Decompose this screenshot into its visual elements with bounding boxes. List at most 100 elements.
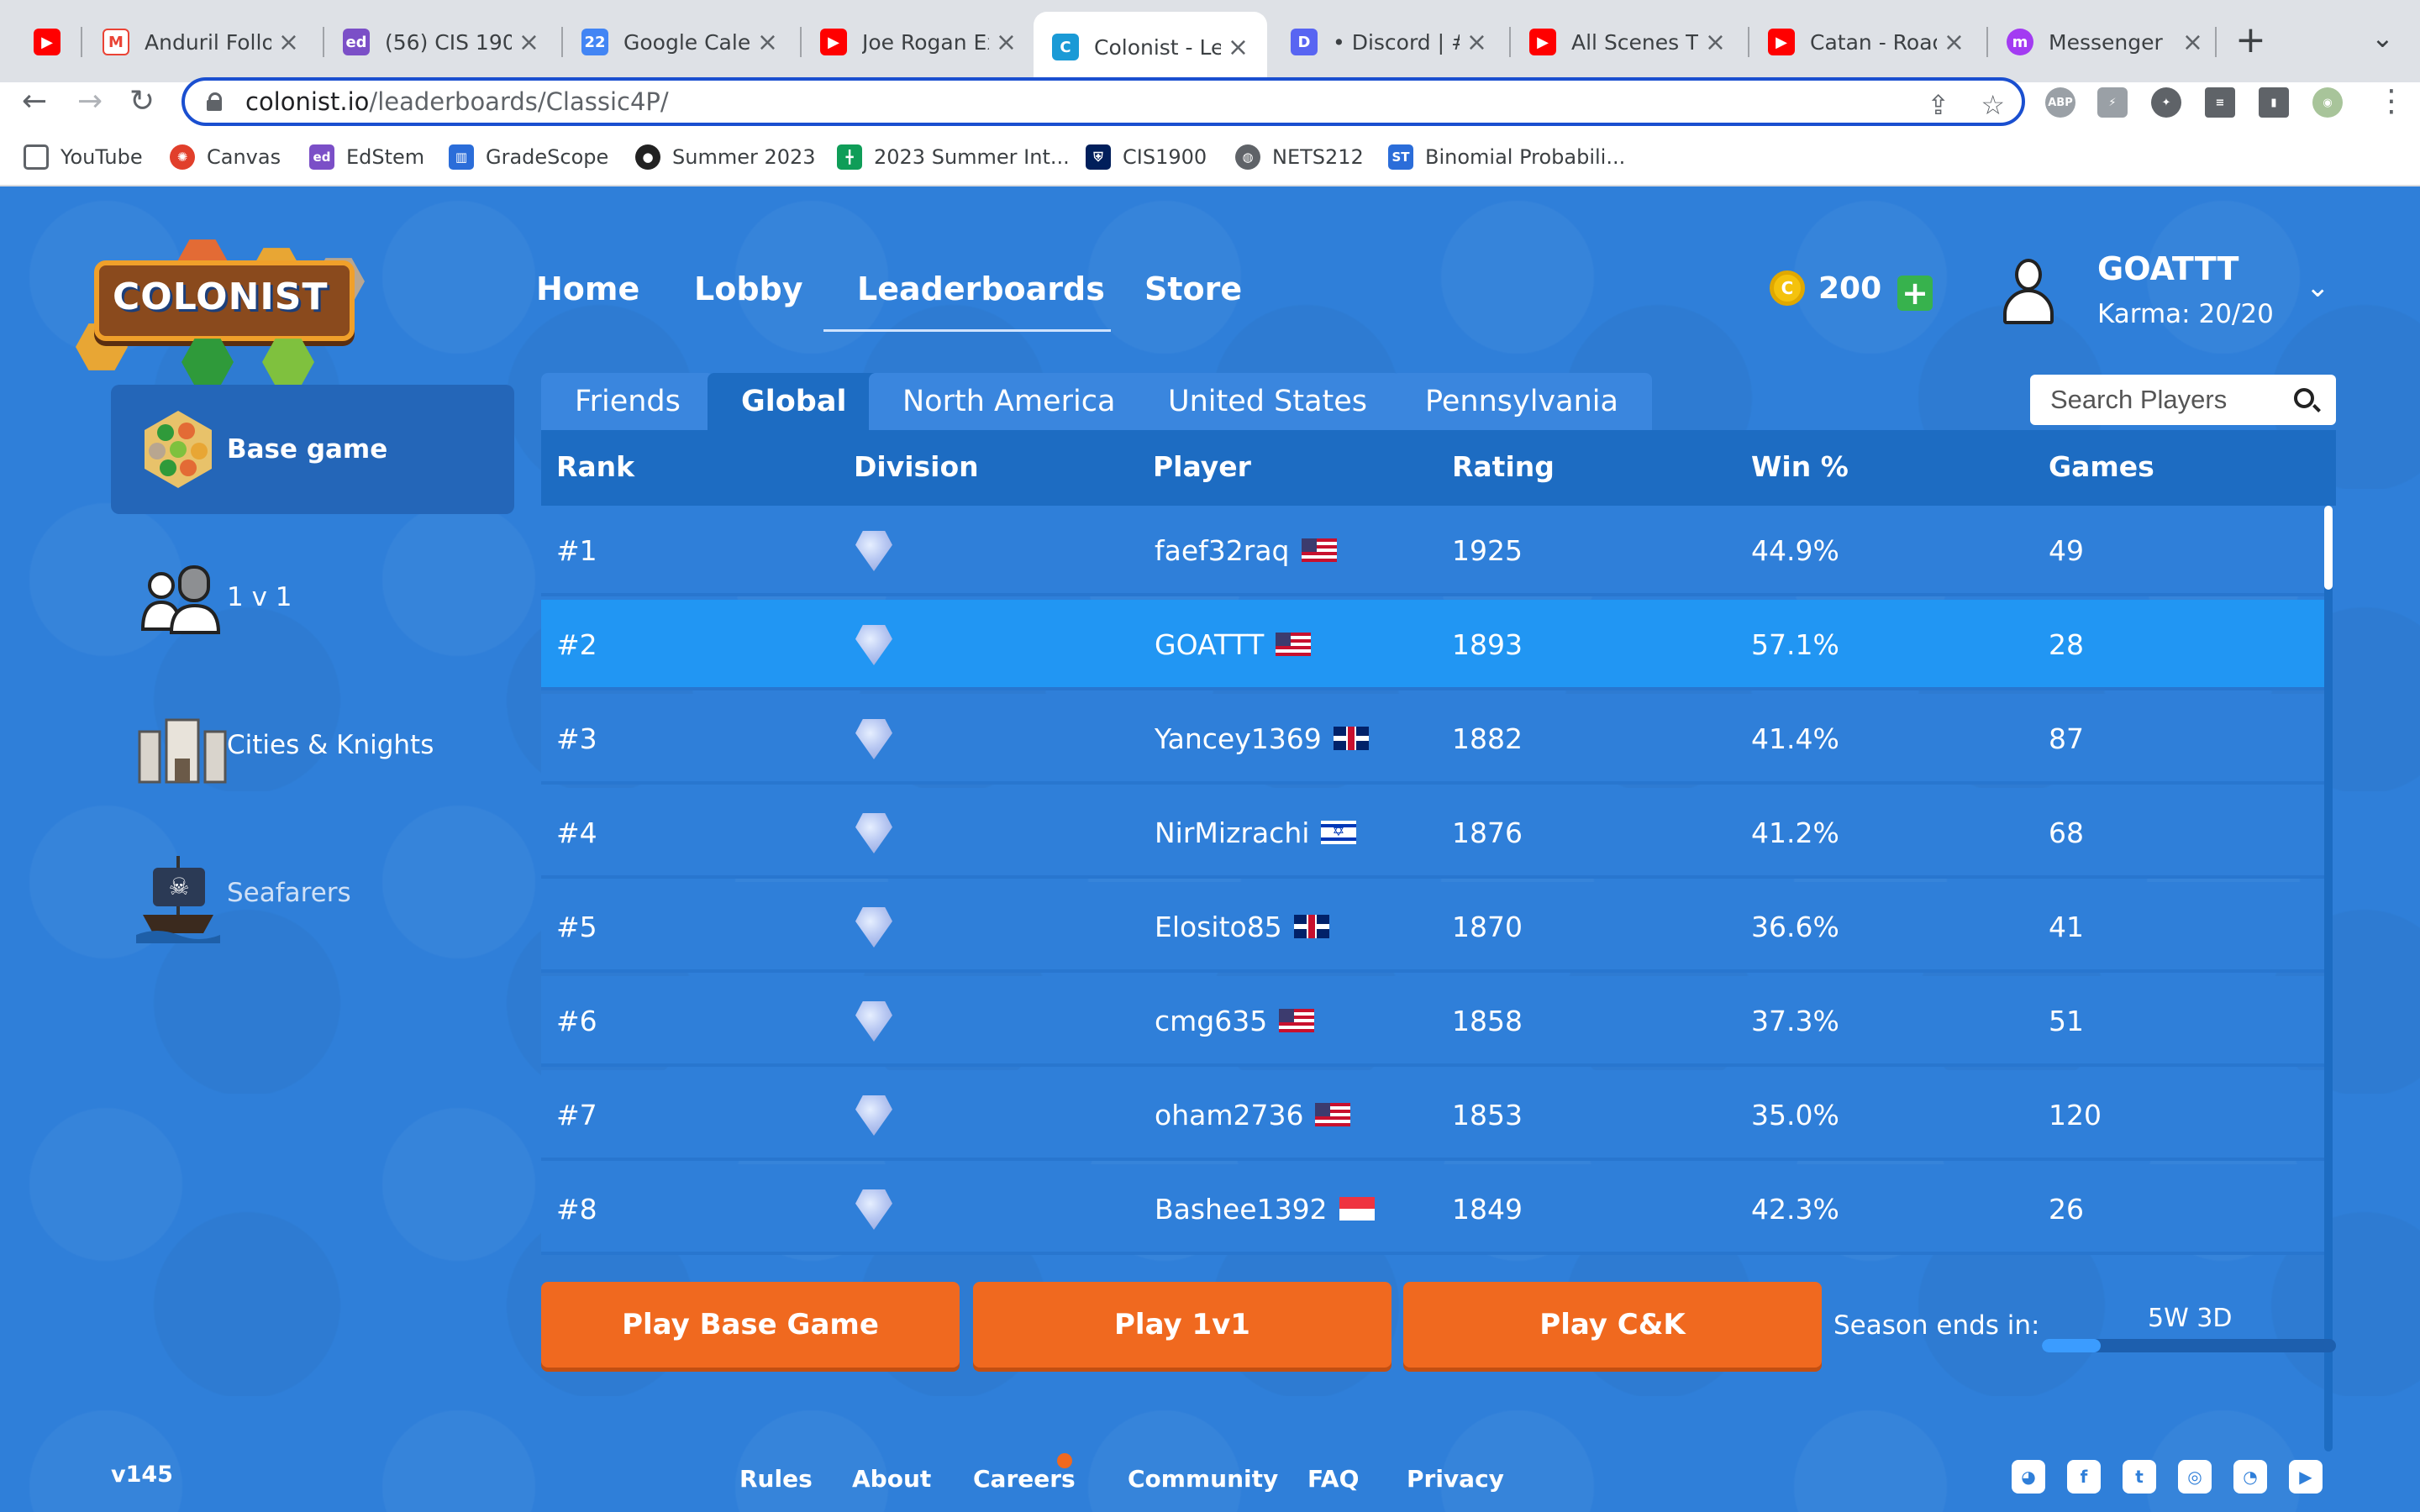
user-menu-chevron-icon[interactable]: ⌄ xyxy=(2306,270,2330,304)
user-avatar-icon[interactable] xyxy=(2003,259,2054,326)
player-cell[interactable]: Bashee1392 xyxy=(1155,1193,1375,1226)
nav-lobby[interactable]: Lobby xyxy=(694,270,803,307)
close-tab-icon[interactable]: × xyxy=(1705,28,1726,57)
bookmark-youtube[interactable]: YouTube xyxy=(24,144,143,170)
profile-avatar-icon[interactable]: ◉ xyxy=(2312,87,2343,118)
footer-link-rules[interactable]: Rules xyxy=(739,1465,813,1493)
instagram-icon[interactable]: ◎ xyxy=(2178,1460,2212,1494)
bookmark-canvas[interactable]: ✺ Canvas xyxy=(170,144,281,170)
twitter-icon[interactable]: t xyxy=(2123,1460,2156,1494)
close-tab-icon[interactable]: × xyxy=(2182,28,2203,57)
back-icon[interactable]: ← xyxy=(22,84,47,118)
username[interactable]: GOATTT xyxy=(2097,250,2238,287)
table-row[interactable]: #1 faef32raq 1925 44.9% 49 xyxy=(541,506,2328,596)
browser-tab[interactable]: D • Discord | # × xyxy=(1272,12,1506,72)
column-header-rank[interactable]: Rank xyxy=(556,450,634,483)
nav-store[interactable]: Store xyxy=(1144,270,1242,307)
reload-icon[interactable]: ↻ xyxy=(129,84,155,118)
player-name[interactable]: oham2736 xyxy=(1155,1099,1303,1131)
browser-tab[interactable]: M Anduril Follow× xyxy=(84,12,318,72)
player-name[interactable]: Elosito85 xyxy=(1155,911,1282,943)
table-row[interactable]: #2 GOATTT 1893 57.1% 28 xyxy=(541,600,2328,690)
footer-link-community[interactable]: Community xyxy=(1128,1465,1278,1493)
tab-north-america[interactable]: North America xyxy=(869,373,1150,430)
share-icon[interactable]: ⇪ xyxy=(1927,89,1949,121)
browser-tab[interactable]: ▶ All Scenes Th × xyxy=(1511,12,1744,72)
search-players-input[interactable] xyxy=(2050,385,2286,415)
player-cell[interactable]: faef32raq xyxy=(1155,534,1337,567)
sidebar-item-cities-knights[interactable]: Cities & Knights xyxy=(111,680,514,810)
footer-link-careers[interactable]: Careers xyxy=(973,1465,1076,1493)
tab-united-states[interactable]: United States xyxy=(1134,373,1402,430)
extensions-puzzle-icon[interactable]: ✦ xyxy=(2151,87,2181,118)
browser-tab[interactable]: ▶ Joe Rogan Ex × xyxy=(802,12,1035,72)
player-cell[interactable]: Elosito85 xyxy=(1155,911,1329,943)
sidebar-item-base-game[interactable]: Base game xyxy=(111,385,514,514)
player-cell[interactable]: oham2736 xyxy=(1155,1099,1351,1131)
table-row[interactable]: #4 NirMizrachi 1876 41.2% 68 xyxy=(541,788,2328,879)
close-tab-icon[interactable]: × xyxy=(757,28,778,57)
table-row[interactable]: #6 cmg635 1858 37.3% 51 xyxy=(541,976,2328,1067)
browser-tab[interactable]: ▶ Catan - Road × xyxy=(1749,12,1983,72)
close-tab-icon[interactable]: × xyxy=(996,28,1017,57)
player-name[interactable]: GOATTT xyxy=(1155,628,1264,661)
close-tab-icon[interactable]: × xyxy=(518,28,539,57)
bookmark-star-icon[interactable]: ☆ xyxy=(1981,89,2005,121)
play-ck-button[interactable]: Play C&K xyxy=(1403,1282,1822,1368)
player-name[interactable]: Yancey1369 xyxy=(1155,722,1322,755)
youtube-icon[interactable]: ▶ xyxy=(2289,1460,2323,1494)
bookmark-edstem[interactable]: ed EdStem xyxy=(309,144,424,170)
column-header-rating[interactable]: Rating xyxy=(1452,450,1555,483)
footer-link-faq[interactable]: FAQ xyxy=(1307,1465,1359,1493)
player-cell[interactable]: Yancey1369 xyxy=(1155,722,1369,755)
search-players[interactable] xyxy=(2030,375,2336,425)
close-tab-icon[interactable]: × xyxy=(278,28,299,57)
buy-coins-plus-icon[interactable]: + xyxy=(1897,275,1933,312)
sidebar-item-seafarers[interactable]: ☠ Seafarers xyxy=(111,828,514,958)
player-name[interactable]: NirMizrachi xyxy=(1155,816,1309,849)
nav-leaderboards[interactable]: Leaderboards xyxy=(857,270,1105,307)
bookmark-summer-2023[interactable]: ● Summer 2023 xyxy=(635,144,816,170)
browser-tab[interactable]: ed (56) CIS 1900× xyxy=(324,12,558,72)
footer-link-about[interactable]: About xyxy=(852,1465,931,1493)
browser-tab-youtube[interactable]: ▶ xyxy=(15,12,74,72)
tab-pennsylvania[interactable]: Pennsylvania xyxy=(1392,373,1652,430)
close-tab-icon[interactable]: × xyxy=(1228,33,1249,62)
bookmark-nets212[interactable]: ◍ NETS212 xyxy=(1235,144,1364,170)
close-tab-icon[interactable]: × xyxy=(1944,28,1965,57)
player-cell[interactable]: cmg635 xyxy=(1155,1005,1315,1037)
bookmark-gradescope[interactable]: ▥ GradeScope xyxy=(449,144,608,170)
footer-link-privacy[interactable]: Privacy xyxy=(1407,1465,1504,1493)
adblock-icon[interactable]: ABP xyxy=(2045,87,2075,118)
extension-icon[interactable]: ⚡ xyxy=(2097,87,2128,118)
player-name[interactable]: Bashee1392 xyxy=(1155,1193,1328,1226)
close-tab-icon[interactable]: × xyxy=(1466,28,1487,57)
side-panel-icon[interactable]: ▮ xyxy=(2259,87,2289,118)
table-row[interactable]: #7 oham2736 1853 35.0% 120 xyxy=(541,1070,2328,1161)
table-row[interactable]: #8 Bashee1392 1849 42.3% 26 xyxy=(541,1164,2328,1255)
player-name[interactable]: cmg635 xyxy=(1155,1005,1267,1037)
facebook-icon[interactable]: f xyxy=(2067,1460,2101,1494)
browser-tab-active[interactable]: C Colonist - Lea× xyxy=(1034,12,1267,82)
browser-tab[interactable]: m Messenger × xyxy=(1988,12,2222,72)
colonist-logo[interactable]: COLONIST xyxy=(76,212,378,386)
play-base-game-button[interactable]: Play Base Game xyxy=(541,1282,960,1368)
bookmark-summer-internship[interactable]: ╋ 2023 Summer Int... xyxy=(837,144,1070,170)
tab-global[interactable]: Global xyxy=(708,373,881,430)
forward-icon[interactable]: → xyxy=(77,84,103,118)
table-row[interactable]: #5 Elosito85 1870 36.6% 41 xyxy=(541,882,2328,973)
play-1v1-button[interactable]: Play 1v1 xyxy=(973,1282,1392,1368)
column-header-player[interactable]: Player xyxy=(1153,450,1251,483)
column-header-games[interactable]: Games xyxy=(2049,450,2154,483)
nav-home[interactable]: Home xyxy=(536,270,639,307)
bookmark-binomial[interactable]: ST Binomial Probabili... xyxy=(1388,144,1625,170)
lock-icon[interactable] xyxy=(207,92,222,111)
table-scrollbar-thumb[interactable] xyxy=(2324,506,2333,590)
media-control-icon[interactable]: ≡ xyxy=(2205,87,2235,118)
player-cell[interactable]: GOATTT xyxy=(1155,628,1312,661)
browser-tab[interactable]: 22 Google Calen × xyxy=(563,12,797,72)
address-bar[interactable]: colonist.io/leaderboards/Classic4P/ ⇪ ☆ xyxy=(182,77,2025,126)
player-name[interactable]: faef32raq xyxy=(1155,534,1290,567)
column-header-win-percent[interactable]: Win % xyxy=(1751,450,1849,483)
bookmark-cis1900[interactable]: ⛨ CIS1900 xyxy=(1086,144,1207,170)
